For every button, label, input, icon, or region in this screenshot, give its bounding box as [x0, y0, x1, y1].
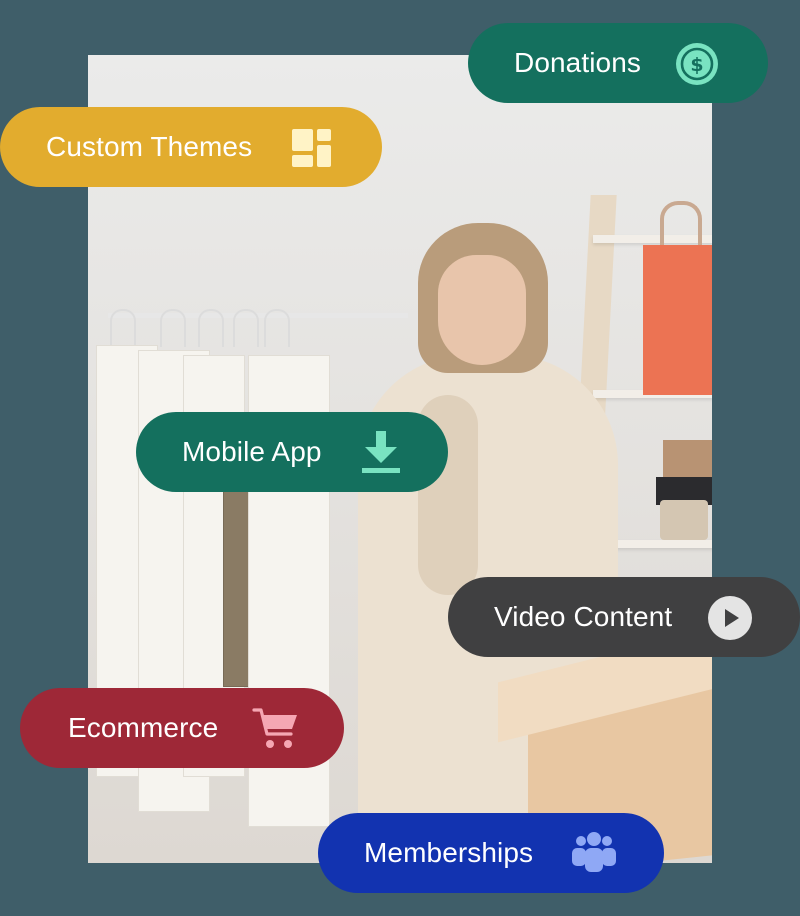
group-users-icon — [570, 831, 618, 875]
svg-text:$: $ — [690, 54, 703, 76]
feature-pill-donations[interactable]: Donations $ — [468, 23, 768, 103]
custom-themes-label: Custom Themes — [46, 131, 253, 162]
ecommerce-label: Ecommerce — [68, 712, 219, 743]
feature-pill-memberships[interactable]: Memberships — [318, 813, 664, 893]
video-content-label: Video Content — [494, 601, 673, 632]
feature-pill-mobile-app[interactable]: Mobile App — [136, 412, 448, 492]
memberships-label: Memberships — [364, 837, 534, 868]
play-icon — [707, 595, 753, 641]
mobile-app-label: Mobile App — [182, 436, 322, 467]
dollar-coin-icon: $ — [674, 41, 720, 87]
shopping-cart-icon — [252, 706, 300, 752]
feature-pill-ecommerce[interactable]: Ecommerce — [20, 688, 344, 768]
donations-label: Donations — [514, 47, 641, 78]
shopping-bag — [643, 245, 712, 395]
feature-pill-video-content[interactable]: Video Content — [448, 577, 800, 657]
layout-grid-icon — [290, 127, 334, 169]
download-icon — [359, 429, 403, 475]
feature-pill-custom-themes[interactable]: Custom Themes — [0, 107, 382, 187]
